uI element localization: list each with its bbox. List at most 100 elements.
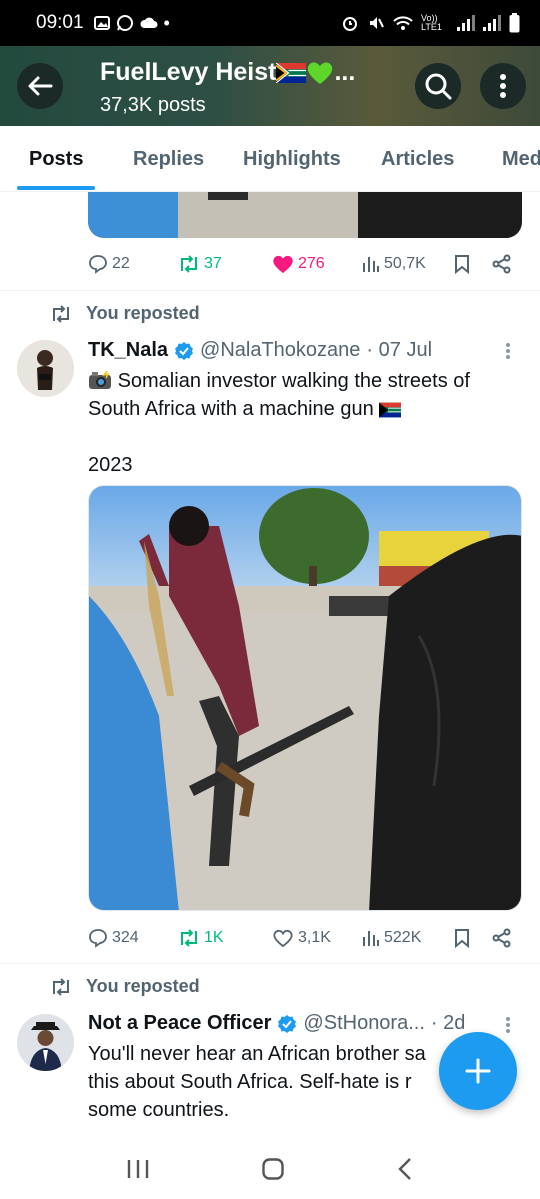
post-date: · 07 Jul bbox=[366, 339, 433, 361]
whatsapp-icon bbox=[116, 15, 133, 31]
repost-count: 1K bbox=[204, 929, 224, 946]
search-button[interactable] bbox=[415, 63, 461, 109]
post-more-button[interactable] bbox=[505, 342, 511, 366]
signal-2-icon bbox=[483, 15, 501, 31]
reply-count: 324 bbox=[112, 929, 139, 946]
like-button[interactable]: 3,1K bbox=[272, 928, 331, 948]
bookmark-icon bbox=[455, 929, 469, 948]
reply-count: 22 bbox=[112, 255, 130, 272]
back-nav-button[interactable] bbox=[396, 1157, 414, 1186]
bookmark-button[interactable] bbox=[454, 928, 470, 948]
chevron-left-icon bbox=[398, 1158, 412, 1180]
view-count: 522K bbox=[384, 929, 422, 946]
alarm-icon bbox=[343, 17, 357, 31]
recent-apps-button[interactable] bbox=[126, 1158, 150, 1185]
post-divider bbox=[0, 963, 540, 964]
reply-icon bbox=[89, 929, 107, 948]
recent-apps-icon bbox=[127, 1160, 148, 1178]
gallery-icon bbox=[93, 16, 110, 30]
repost-button[interactable]: 37 bbox=[178, 255, 222, 273]
post-year: 2023 bbox=[88, 454, 133, 476]
street-photo-image bbox=[88, 192, 522, 238]
tab-media[interactable]: Media bbox=[502, 148, 540, 171]
author-name[interactable]: Not a Peace Officer bbox=[88, 1012, 271, 1035]
bookmark-button[interactable] bbox=[454, 254, 470, 274]
share-icon bbox=[492, 254, 511, 274]
status-bar: 09:01 • Vo)) LTE1 bbox=[0, 0, 540, 46]
post-actions: 22 37 276 50,7K bbox=[88, 249, 518, 279]
plus-icon bbox=[465, 1058, 491, 1084]
heart-icon bbox=[273, 929, 293, 948]
views-icon bbox=[363, 931, 379, 946]
reply-icon bbox=[89, 255, 107, 274]
views-icon bbox=[363, 257, 379, 272]
back-button[interactable] bbox=[17, 63, 63, 109]
vertical-dots-icon bbox=[506, 1017, 510, 1033]
repost-icon bbox=[53, 304, 69, 323]
mute-icon bbox=[370, 17, 384, 29]
author-handle[interactable]: @NalaThokozane bbox=[200, 339, 360, 362]
network-label: Vo)) LTE1 bbox=[421, 13, 442, 32]
reply-button[interactable]: 22 bbox=[88, 254, 130, 274]
like-count: 3,1K bbox=[298, 929, 331, 946]
avatar[interactable] bbox=[17, 1014, 74, 1071]
heart-filled-icon bbox=[273, 255, 293, 273]
tab-bar: Posts Replies Highlights Articles Media bbox=[0, 126, 540, 192]
repost-icon bbox=[181, 255, 197, 273]
avatar[interactable] bbox=[17, 340, 74, 397]
search-icon bbox=[425, 73, 452, 100]
post-image[interactable] bbox=[88, 485, 522, 911]
street-photo-image bbox=[89, 486, 521, 910]
repost-label: You reposted bbox=[86, 303, 200, 323]
repost-icon bbox=[53, 977, 69, 996]
active-tab-indicator bbox=[17, 186, 95, 190]
profile-header: FuelLevy Heist... 37,3K posts bbox=[0, 46, 540, 126]
tab-highlights[interactable]: Highlights bbox=[243, 148, 341, 171]
cloud-icon bbox=[140, 17, 158, 28]
views-button[interactable]: 522K bbox=[362, 929, 421, 947]
home-icon bbox=[262, 1158, 284, 1180]
south-africa-flag-icon bbox=[276, 63, 307, 84]
repost-indicator: You reposted bbox=[50, 303, 200, 324]
post-count: 37,3K posts bbox=[100, 94, 206, 116]
user-avatar-image bbox=[17, 340, 74, 397]
share-button[interactable] bbox=[492, 254, 512, 274]
views-button[interactable]: 50,7K bbox=[362, 255, 426, 273]
home-button[interactable] bbox=[261, 1157, 285, 1186]
compose-post-button[interactable] bbox=[439, 1032, 517, 1110]
post-text: Somalian investor walking the streets of… bbox=[88, 367, 508, 479]
bookmark-icon bbox=[455, 255, 469, 274]
tab-replies[interactable]: Replies bbox=[133, 148, 204, 171]
like-count: 276 bbox=[298, 255, 325, 272]
arrow-left-icon bbox=[28, 76, 53, 96]
author-name[interactable]: TK_Nala bbox=[88, 339, 168, 362]
post-more-button[interactable] bbox=[505, 1016, 511, 1040]
header-title: FuelLevy Heist... bbox=[100, 58, 356, 86]
post-divider bbox=[0, 290, 540, 291]
reply-button[interactable]: 324 bbox=[88, 928, 139, 948]
vertical-dots-icon bbox=[506, 343, 510, 359]
green-heart-icon bbox=[308, 62, 333, 85]
view-count: 50,7K bbox=[384, 255, 426, 272]
vertical-dots-icon bbox=[500, 74, 506, 98]
timeline[interactable]: 22 37 276 50,7K You reposted TK_Nala @Na bbox=[0, 192, 540, 1144]
system-nav-bar bbox=[0, 1144, 540, 1199]
share-icon bbox=[492, 928, 511, 948]
verified-badge-icon bbox=[278, 1014, 297, 1033]
post-header: TK_Nala @NalaThokozane · 07 Jul bbox=[88, 339, 508, 362]
post-actions: 324 1K 3,1K 522K bbox=[88, 923, 518, 953]
author-handle[interactable]: @StHonora... bbox=[303, 1012, 424, 1035]
like-button[interactable]: 276 bbox=[272, 254, 325, 274]
wifi-icon bbox=[393, 16, 413, 30]
tab-articles[interactable]: Articles bbox=[381, 148, 454, 171]
repost-count: 37 bbox=[204, 255, 222, 272]
verified-badge-icon bbox=[175, 341, 194, 360]
post-image[interactable] bbox=[88, 192, 522, 238]
more-options-button[interactable] bbox=[480, 63, 526, 109]
tab-posts[interactable]: Posts bbox=[29, 148, 83, 171]
dot-icon: • bbox=[163, 12, 170, 33]
repost-button[interactable]: 1K bbox=[178, 929, 224, 947]
share-button[interactable] bbox=[492, 928, 512, 948]
user-avatar-image bbox=[17, 1014, 74, 1071]
repost-label: You reposted bbox=[86, 976, 200, 996]
